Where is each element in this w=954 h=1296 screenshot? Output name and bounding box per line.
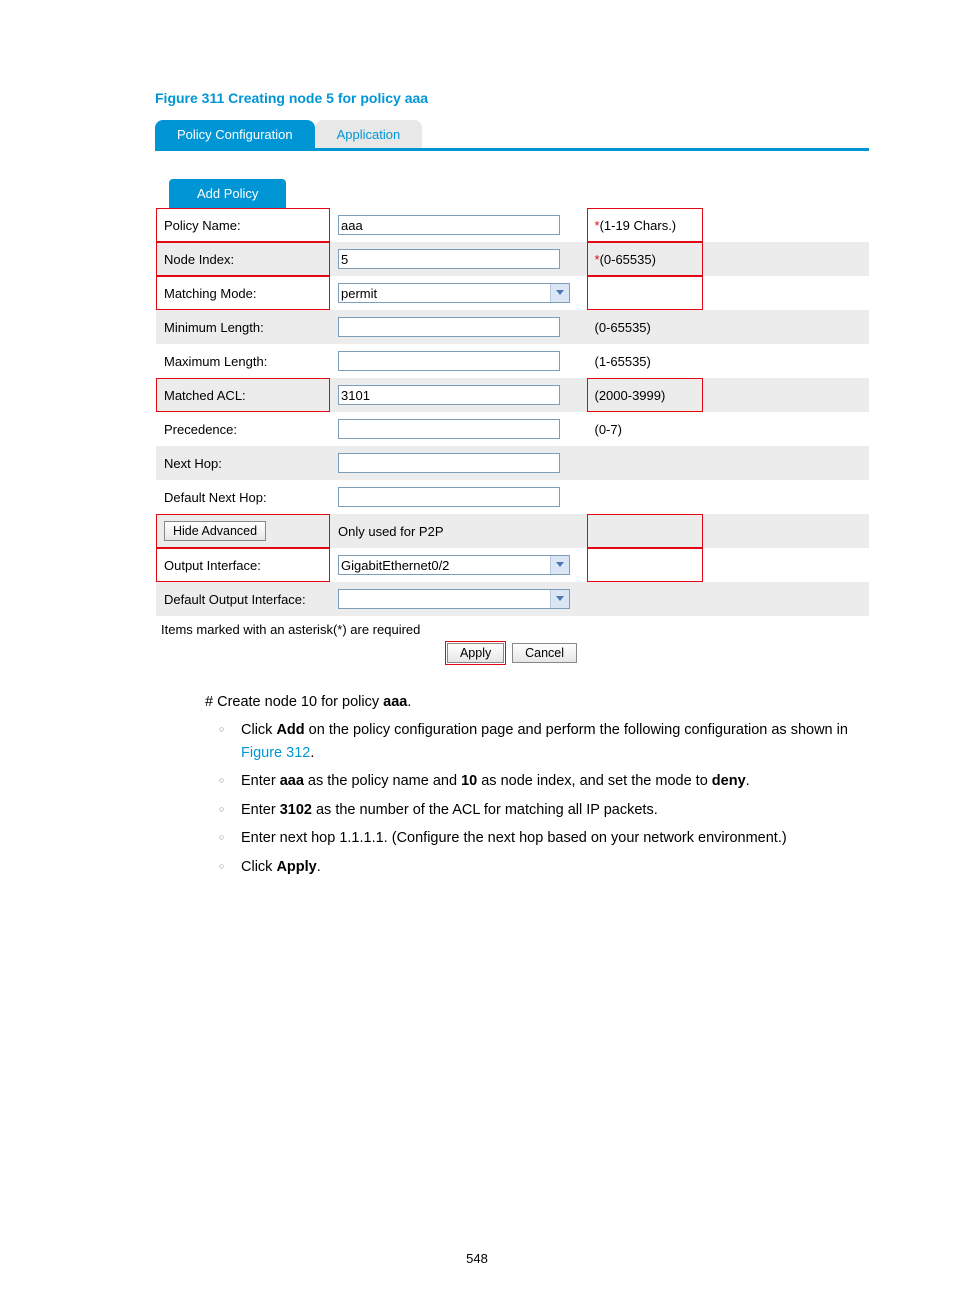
label-min-length: Minimum Length: [156, 310, 331, 344]
note-p2p: Only used for P2P [330, 514, 587, 548]
row-matched-acl: Matched ACL: (2000-3999) [156, 378, 869, 412]
cancel-button[interactable]: Cancel [512, 643, 577, 663]
figure-caption: Figure 311 Creating node 5 for policy aa… [155, 90, 869, 106]
instruction-text: # Create node 10 for policy aaa. Click A… [205, 691, 869, 878]
tab-bar: Policy Configuration Application [155, 116, 869, 151]
figure-312-link[interactable]: Figure 312 [241, 745, 310, 761]
input-next-hop[interactable] [338, 453, 560, 473]
hint-min-length: (0-65535) [587, 310, 703, 344]
chevron-down-icon [550, 556, 569, 574]
apply-button[interactable]: Apply [447, 643, 504, 663]
row-policy-name: Policy Name: *(1-19 Chars.) [156, 208, 869, 242]
label-node-index: Node Index: [156, 242, 331, 276]
label-output-interface: Output Interface: [156, 548, 331, 582]
row-precedence: Precedence: (0-7) [156, 412, 869, 446]
row-min-length: Minimum Length: (0-65535) [156, 310, 869, 344]
input-precedence[interactable] [338, 419, 560, 439]
select-def-output-interface[interactable] [338, 589, 570, 609]
row-hide-advanced: Hide Advanced Only used for P2P [156, 514, 869, 548]
hint-precedence: (0-7) [587, 412, 703, 446]
input-max-length[interactable] [338, 351, 560, 371]
row-max-length: Maximum Length: (1-65535) [156, 344, 869, 378]
input-node-index[interactable] [338, 249, 560, 269]
input-def-next-hop[interactable] [338, 487, 560, 507]
instruction-step: Enter aaa as the policy name and 10 as n… [233, 770, 869, 792]
row-def-next-hop: Default Next Hop: [156, 480, 869, 514]
select-matching-mode[interactable]: permit [338, 283, 570, 303]
hide-advanced-button[interactable]: Hide Advanced [164, 521, 266, 541]
label-def-next-hop: Default Next Hop: [156, 480, 331, 514]
select-output-interface[interactable]: GigabitEthernet0/2 [338, 555, 570, 575]
instruction-step: Enter 3102 as the number of the ACL for … [233, 799, 869, 821]
row-node-index: Node Index: *(0-65535) [156, 242, 869, 276]
row-def-output-interface: Default Output Interface: [156, 582, 869, 616]
label-max-length: Maximum Length: [156, 344, 331, 378]
page-number: 548 [0, 1251, 954, 1266]
label-precedence: Precedence: [156, 412, 331, 446]
action-buttons: Apply Cancel [155, 643, 869, 663]
instruction-step: Enter next hop 1.1.1.1. (Configure the n… [233, 827, 869, 849]
row-next-hop: Next Hop: [156, 446, 869, 480]
chevron-down-icon [550, 590, 569, 608]
add-policy-button[interactable]: Add Policy [169, 179, 286, 208]
row-matching-mode: Matching Mode: permit [156, 276, 869, 310]
hint-node-index: *(0-65535) [587, 242, 703, 276]
required-note: Items marked with an asterisk(*) are req… [161, 622, 869, 637]
instruction-step: Click Apply. [233, 856, 869, 878]
hint-matched-acl: (2000-3999) [587, 378, 703, 412]
hint-policy-name: *(1-19 Chars.) [587, 208, 703, 242]
tab-application[interactable]: Application [315, 120, 423, 148]
label-policy-name: Policy Name: [156, 208, 331, 242]
label-matching-mode: Matching Mode: [156, 276, 331, 310]
label-matched-acl: Matched ACL: [156, 378, 331, 412]
input-matched-acl[interactable] [338, 385, 560, 405]
row-output-interface: Output Interface: GigabitEthernet0/2 [156, 548, 869, 582]
screenshot-area: Policy Configuration Application Add Pol… [155, 116, 869, 663]
instruction-step: Click Add on the policy configuration pa… [233, 719, 869, 764]
hint-max-length: (1-65535) [587, 344, 703, 378]
label-def-output-interface: Default Output Interface: [156, 582, 331, 616]
tab-policy-configuration[interactable]: Policy Configuration [155, 120, 315, 148]
input-min-length[interactable] [338, 317, 560, 337]
policy-form: Policy Name: *(1-19 Chars.) Node Index: … [155, 208, 869, 616]
input-policy-name[interactable] [338, 215, 560, 235]
label-next-hop: Next Hop: [156, 446, 331, 480]
chevron-down-icon [550, 284, 569, 302]
